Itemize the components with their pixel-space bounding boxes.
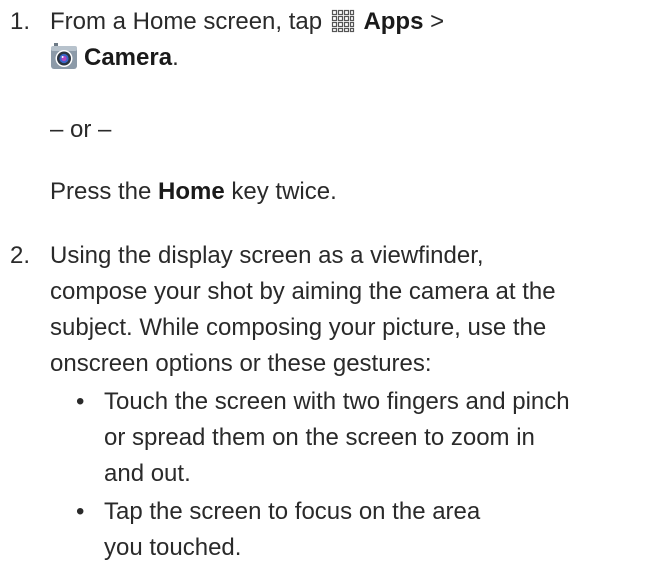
bullet-text: Touch the screen with two fingers and pi… [104,384,660,492]
step-1-number: 1. [10,8,31,35]
step-2-line: Using the display screen as a viewfinder… [50,242,484,269]
press-home-line: Press the Home key twice. [50,174,650,210]
bullet-line: or spread them on the screen to zoom in [104,424,535,451]
apps-label: Apps [363,8,424,35]
bullet-glyph: • [76,498,85,525]
step-2-number: 2. [10,242,31,269]
step-1-line-2: Camera. [50,40,650,76]
or-text: – or – [50,116,112,143]
bullet-glyph: • [76,388,85,415]
step-1-line-1: From a Home screen, tap Apps > [50,4,650,40]
camera-app-icon [51,43,77,69]
camera-label: Camera [84,44,173,71]
step-2-line: onscreen options or these gestures: [50,350,432,377]
step-2-line: subject. While composing your picture, u… [50,314,547,341]
step-1-tap-text: From a Home screen, tap [50,8,329,35]
press-prefix: Press the [50,178,159,205]
apps-separator: > [423,8,445,35]
step-2-body: Using the display screen as a viewfinder… [50,238,650,382]
bullet-text: Tap the screen to focus on the area you … [104,494,660,566]
apps-grid-icon [331,9,354,33]
instruction-document: 1. From a Home screen, tap Apps > Camera… [0,0,660,573]
bullet-line: and out. [104,460,191,487]
bullet-line: Tap the screen to focus on the area [104,498,481,525]
step-1-body: From a Home screen, tap Apps > Camera. [50,4,650,76]
press-suffix: key twice. [224,178,337,205]
home-key-label: Home [158,178,225,205]
camera-suffix: . [172,44,179,71]
bullet-line: Touch the screen with two fingers and pi… [104,388,570,415]
bullet-line: you touched. [104,534,242,561]
step-2-line: compose your shot by aiming the camera a… [50,278,556,305]
